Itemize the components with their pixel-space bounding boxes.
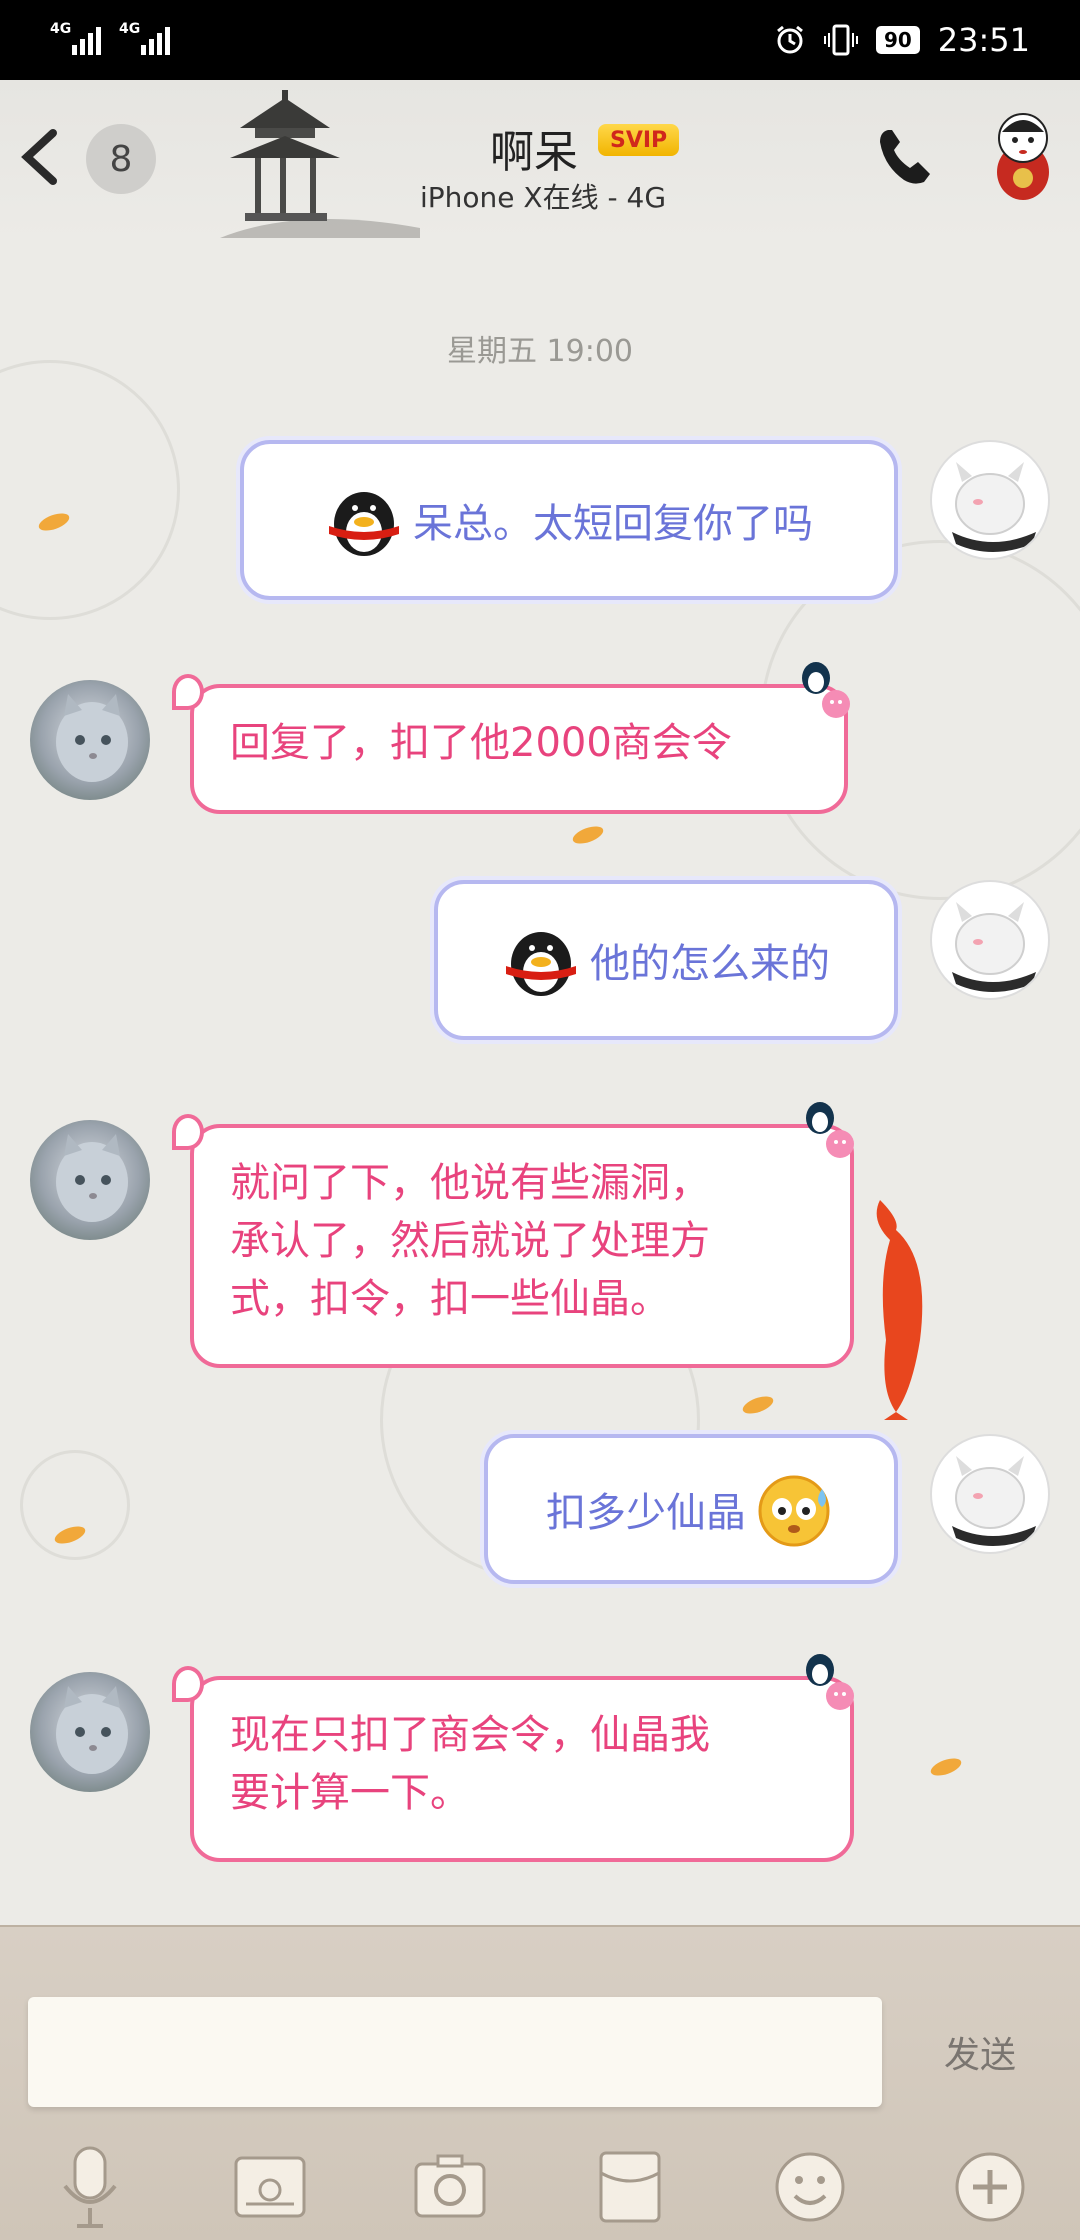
- emoji-button[interactable]: [770, 2142, 850, 2232]
- message-timestamp: 星期五 19:00: [447, 334, 633, 369]
- chat-header: 8 啊呆 SVIP iPhone X在线 - 4G: [0, 80, 1080, 240]
- message-input[interactable]: [28, 1997, 882, 2107]
- red-packet-button[interactable]: [590, 2142, 670, 2232]
- chevron-left-icon: [21, 129, 57, 185]
- leaf-decoration: [928, 1754, 964, 1780]
- vibrate-icon: [823, 24, 858, 56]
- microphone-icon: [63, 2146, 117, 2228]
- cartoon-avatar-image: [952, 902, 1036, 992]
- message-input-area: 发送: [0, 1925, 1080, 2240]
- cat-avatar-image: [56, 1686, 128, 1774]
- cartoon-avatar-image: [952, 1456, 1036, 1546]
- own-avatar[interactable]: [930, 880, 1050, 1000]
- message-list[interactable]: 星期五 19:00 呆总。太短回复你了吗 回复了，扣了他2000商会令 他的怎么…: [0, 240, 1080, 1925]
- ripple-decoration: [20, 1450, 130, 1560]
- more-button[interactable]: [950, 2142, 1030, 2232]
- signal-group: 4G 4G: [50, 21, 170, 55]
- message-bubble-outgoing[interactable]: 他的怎么来的: [434, 880, 898, 1040]
- clock: 23:51: [937, 21, 1030, 59]
- pavilion-decoration: [220, 90, 420, 238]
- contact-status: iPhone X在线 - 4G: [420, 181, 667, 214]
- qq-penguin-emoji-icon: [329, 492, 399, 556]
- message-text: 呆总。太短回复你了吗: [413, 501, 813, 547]
- phone-icon[interactable]: [870, 122, 940, 192]
- send-button[interactable]: 发送: [920, 2017, 1040, 2087]
- contact-avatar[interactable]: [30, 1672, 150, 1792]
- message-bubble-incoming[interactable]: 现在只扣了商会令，仙晶我 要计算一下。: [172, 1666, 854, 1862]
- message-bubble-incoming[interactable]: 回复了，扣了他2000商会令: [172, 674, 848, 814]
- cat-avatar-image: [56, 1134, 128, 1222]
- message-bubble-outgoing[interactable]: 呆总。太短回复你了吗: [240, 440, 898, 600]
- message-bubble-outgoing[interactable]: 扣多少仙晶: [484, 1434, 898, 1584]
- own-avatar[interactable]: [930, 440, 1050, 560]
- message-text: 扣多少仙晶: [546, 1490, 746, 1536]
- photo-button[interactable]: [230, 2142, 310, 2232]
- contact-name[interactable]: 啊呆: [490, 116, 578, 180]
- message-text-line: 就问了下，他说有些漏洞，: [230, 1160, 710, 1206]
- svip-badge: SVIP: [598, 124, 680, 156]
- camera-button[interactable]: [410, 2142, 490, 2232]
- leaf-decoration: [570, 822, 606, 848]
- message-bubble-incoming[interactable]: 就问了下，他说有些漏洞， 承认了，然后就说了处理方 式，扣令，扣一些仙晶。: [172, 1114, 854, 1368]
- message-text-line: 现在只扣了商会令，仙晶我: [230, 1712, 710, 1758]
- photo-icon: [234, 2156, 306, 2218]
- status-bar: 4G 4G 90 23:51: [0, 0, 1080, 80]
- plus-icon: [955, 2152, 1025, 2222]
- bubble-penguin-decoration: [802, 662, 850, 718]
- battery-indicator: 90: [875, 26, 920, 54]
- koi-fish-decoration: [876, 1200, 923, 1420]
- ripple-decoration: [0, 360, 180, 620]
- cat-avatar-image: [56, 694, 128, 782]
- message-text-line: 承认了，然后就说了处理方: [230, 1218, 710, 1264]
- message-text-line: 要计算一下。: [230, 1770, 470, 1816]
- emoji-icon: [775, 2152, 845, 2222]
- message-text: 他的怎么来的: [590, 941, 830, 987]
- alarm-icon: [777, 25, 803, 54]
- profile-daruma-icon[interactable]: [992, 110, 1054, 202]
- signal-icon: 4G: [119, 21, 170, 55]
- sweat-emoji-icon: [758, 1475, 830, 1547]
- leaf-decoration: [740, 1392, 776, 1418]
- qq-penguin-emoji-icon: [506, 932, 576, 996]
- message-text: 回复了，扣了他2000商会令: [230, 720, 732, 766]
- camera-icon: [414, 2154, 486, 2218]
- contact-avatar[interactable]: [30, 680, 150, 800]
- message-text-line: 式，扣令，扣一些仙晶。: [230, 1276, 670, 1322]
- bubble-penguin-decoration: [806, 1102, 854, 1158]
- own-avatar[interactable]: [930, 1434, 1050, 1554]
- voice-button[interactable]: [50, 2142, 130, 2232]
- network-type-label: 4G: [119, 21, 141, 37]
- red-packet-icon: [599, 2151, 661, 2223]
- bubble-penguin-decoration: [806, 1654, 854, 1710]
- unread-count-badge[interactable]: 8: [86, 124, 156, 194]
- contact-avatar[interactable]: [30, 1120, 150, 1240]
- input-toolbar: [0, 2142, 1080, 2240]
- back-button[interactable]: [14, 122, 64, 192]
- cartoon-avatar-image: [952, 462, 1036, 552]
- network-type-label: 4G: [50, 21, 72, 37]
- signal-icon: 4G: [50, 21, 101, 55]
